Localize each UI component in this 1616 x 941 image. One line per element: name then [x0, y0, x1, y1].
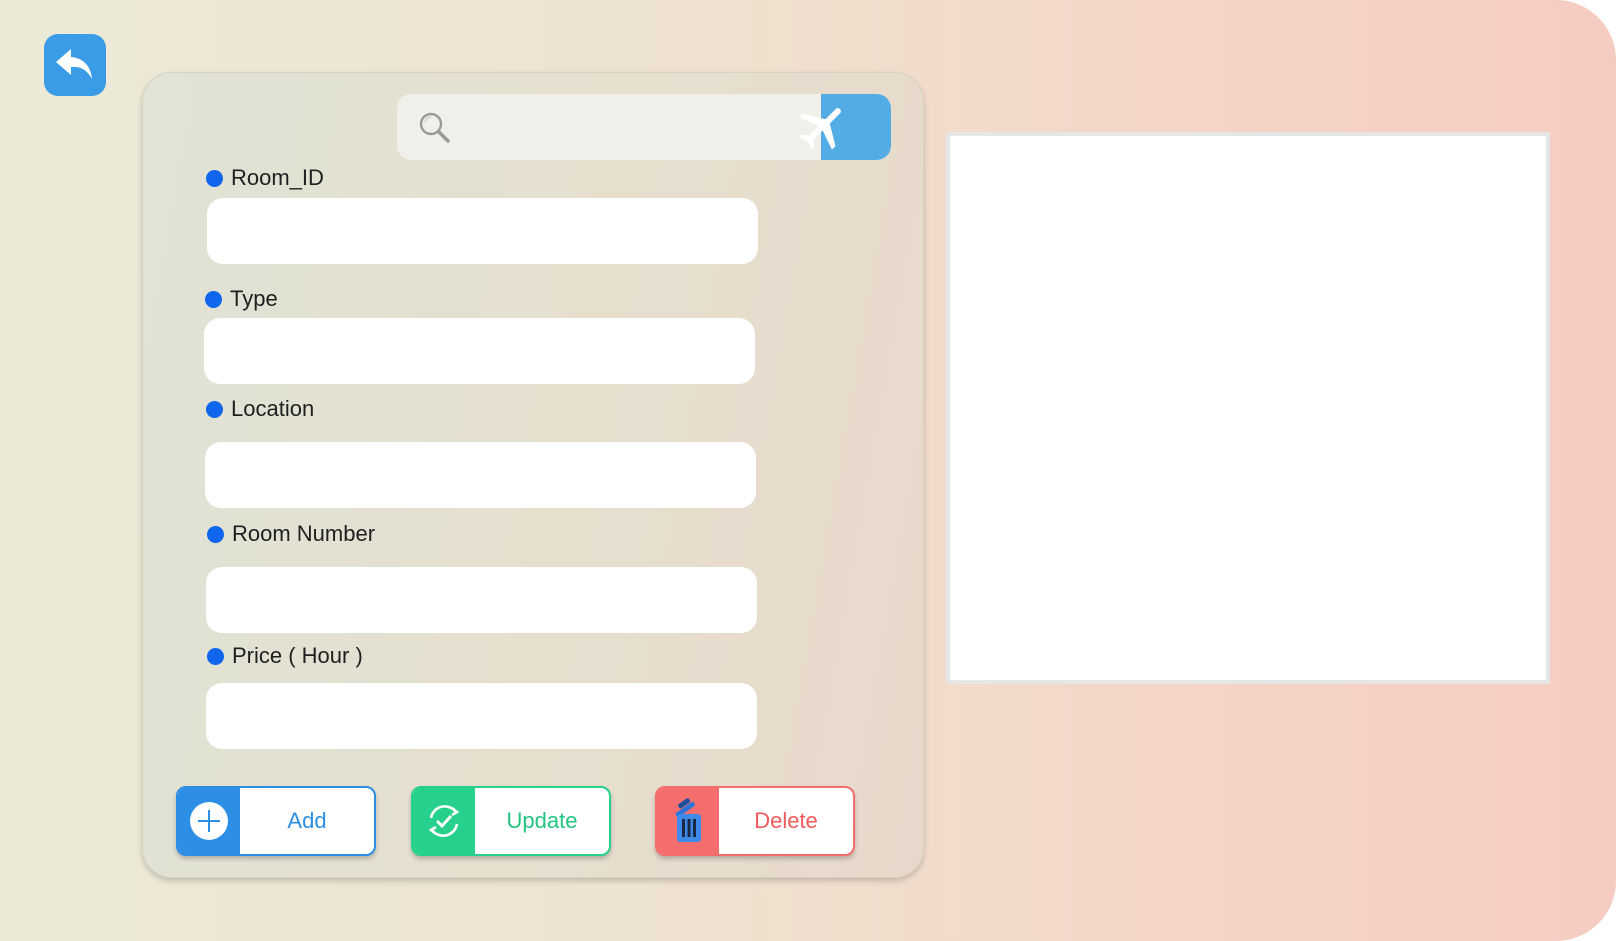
- field-label-location: Location: [206, 396, 314, 422]
- search-icon: [419, 112, 450, 143]
- back-arrow-icon: [56, 49, 92, 79]
- field-label-text: Type: [230, 286, 278, 311]
- refresh-check-icon: [428, 805, 460, 837]
- field-label-text: Room_ID: [231, 165, 324, 190]
- room-number-input[interactable]: [206, 567, 757, 633]
- field-label-room-number: Room Number: [207, 521, 375, 547]
- bullet-dot: [206, 169, 223, 187]
- update-icon-box: [413, 788, 475, 854]
- bullet-dot: [207, 647, 224, 665]
- room-id-input[interactable]: [207, 198, 758, 264]
- back-button[interactable]: [44, 34, 106, 96]
- add-button-label: Add: [287, 808, 327, 833]
- bullet-dot: [207, 525, 224, 543]
- bullet-dot: [205, 290, 222, 308]
- delete-icon-box: [657, 788, 719, 854]
- delete-button-label: Delete: [754, 808, 818, 833]
- trash-icon: [675, 798, 701, 842]
- airplane-icon: [799, 108, 841, 150]
- update-button[interactable]: Update: [411, 786, 611, 856]
- field-label-text: Location: [231, 396, 315, 421]
- add-button[interactable]: Add: [176, 786, 376, 856]
- type-input[interactable]: [204, 318, 755, 384]
- search-input[interactable]: [467, 94, 811, 160]
- bullet-dot: [206, 400, 223, 418]
- delete-button[interactable]: Delete: [655, 786, 855, 856]
- location-input[interactable]: [205, 442, 756, 508]
- plus-circle-icon: [190, 802, 228, 840]
- field-label-type: Type: [205, 286, 278, 312]
- price-input[interactable]: [206, 683, 757, 749]
- add-icon-box: [178, 788, 240, 854]
- preview-panel: [946, 132, 1550, 684]
- field-label-text: Price ( Hour ): [232, 643, 363, 668]
- field-label-room-id: Room_ID: [206, 165, 324, 191]
- field-label-text: Room Number: [232, 521, 376, 546]
- update-button-label: Update: [506, 808, 578, 833]
- field-label-price: Price ( Hour ): [207, 643, 363, 669]
